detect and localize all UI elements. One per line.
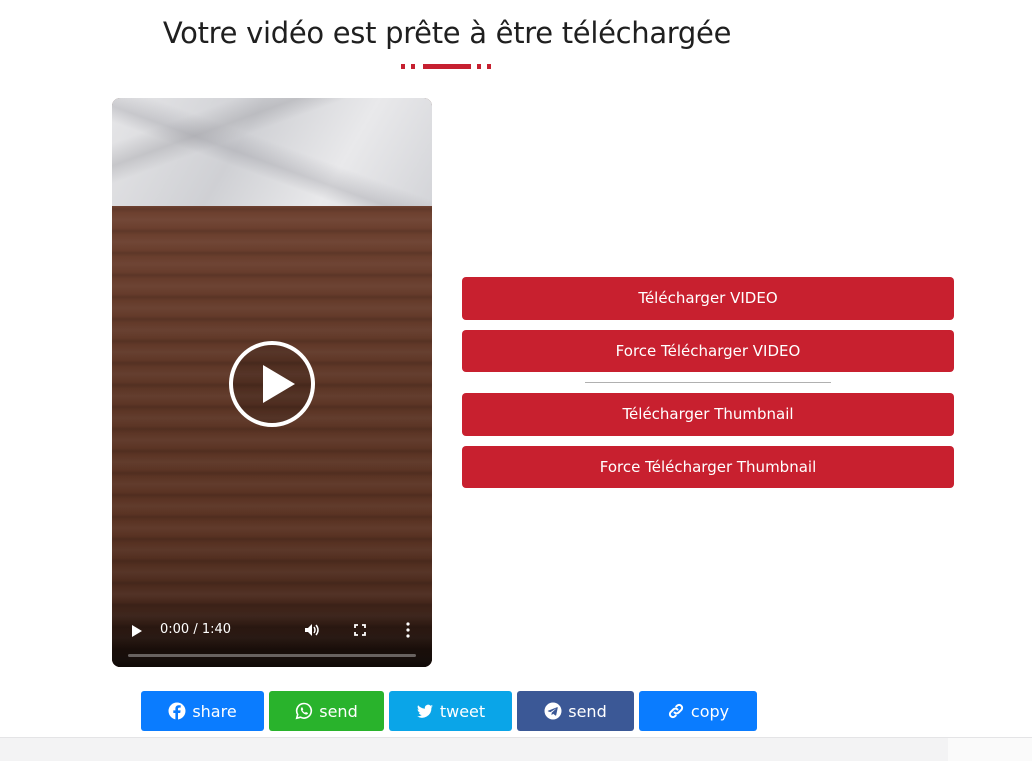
facebook-icon [168,702,186,720]
play-icon[interactable] [132,625,142,637]
facebook-share-button[interactable]: share [141,691,264,731]
force-download-thumbnail-button[interactable]: Force Télécharger Thumbnail [462,446,954,488]
download-video-button[interactable]: Télécharger VIDEO [462,277,954,320]
telegram-share-button[interactable]: send [517,691,634,731]
fullscreen-icon[interactable] [354,624,366,636]
video-progress-bar[interactable] [128,654,416,657]
force-download-video-button[interactable]: Force Télécharger VIDEO [462,330,954,372]
telegram-share-label: send [568,701,607,721]
page: Votre vidéo est prête à être téléchargée… [0,0,1032,761]
video-time: 0:00 / 1:40 [160,622,232,637]
title-divider [401,64,493,70]
video-player[interactable]: 0:00 / 1:40 [112,98,432,667]
copy-link-label: copy [690,701,730,721]
download-thumbnail-button[interactable]: Télécharger Thumbnail [462,393,954,436]
volume-icon[interactable] [304,623,320,637]
actions-divider [585,382,831,383]
video-controls: 0:00 / 1:40 [112,597,432,667]
twitter-share-label: tweet [439,701,486,721]
whatsapp-share-label: send [319,701,358,721]
facebook-share-label: share [192,701,237,721]
page-title: Votre vidéo est prête à être téléchargée [162,16,732,50]
twitter-icon [416,704,433,718]
big-play-button[interactable] [229,341,315,427]
link-icon [668,703,683,719]
video-frame-marble [112,98,432,208]
telegram-icon [544,702,562,720]
download-actions: Télécharger VIDEO Force Télécharger VIDE… [462,277,954,498]
twitter-share-button[interactable]: tweet [389,691,512,731]
footer-strip [0,737,1032,761]
copy-link-button[interactable]: copy [639,691,757,731]
more-options-icon[interactable] [406,622,410,638]
whatsapp-icon [295,702,313,720]
whatsapp-share-button[interactable]: send [269,691,384,731]
